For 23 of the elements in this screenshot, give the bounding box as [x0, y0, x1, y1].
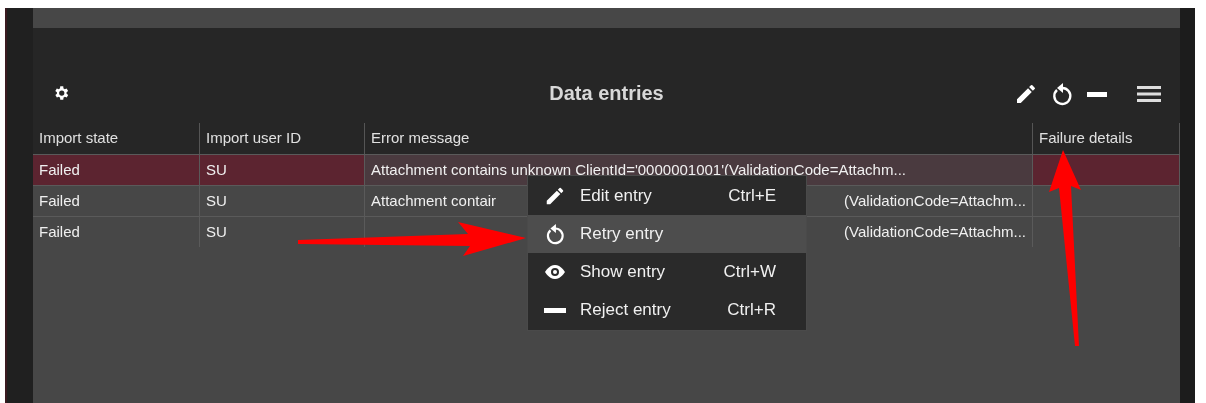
- menu-item[interactable]: Retry entry: [528, 215, 806, 253]
- shortcut-label: Ctrl+W: [723, 261, 776, 284]
- table-cell: Failed: [33, 217, 200, 247]
- column-header[interactable]: Import user ID: [200, 123, 365, 154]
- eye-icon: [543, 263, 567, 281]
- table-cell: Failed: [33, 186, 200, 216]
- table-cell: SU: [200, 155, 365, 185]
- panel-title: Data entries: [549, 81, 664, 106]
- undo-icon[interactable]: [1050, 81, 1074, 107]
- shortcut-label: Ctrl+R: [727, 299, 776, 322]
- cell-text: (ValidationCode=Attachm...: [844, 190, 1026, 211]
- shortcut-label: Ctrl+E: [728, 185, 776, 208]
- minus-icon: [544, 307, 566, 313]
- cell-text: Attachment contair: [371, 190, 497, 211]
- table-cell: Failed: [33, 155, 200, 185]
- column-header[interactable]: Import state: [33, 123, 200, 154]
- pencil-icon[interactable]: [1014, 82, 1038, 106]
- column-header[interactable]: Error message: [365, 123, 1033, 154]
- table-cell: SU: [200, 217, 365, 247]
- table-cell: SU: [200, 186, 365, 216]
- undo-icon: [544, 222, 566, 246]
- cell-text: (ValidationCode=Attachm...: [844, 221, 1026, 242]
- pencil-icon: [544, 185, 566, 207]
